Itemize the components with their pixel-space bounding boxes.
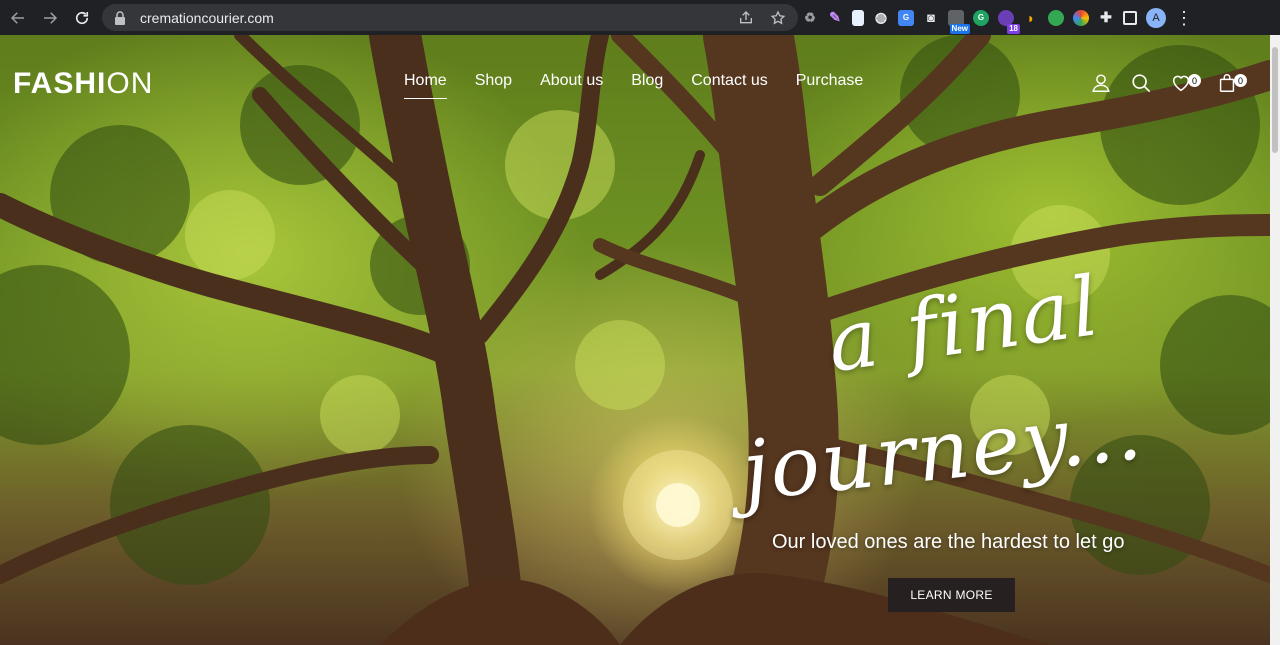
chrome-extension-icon[interactable]: [1073, 9, 1089, 26]
new-extension-icon[interactable]: New: [948, 9, 970, 34]
page-scrollbar[interactable]: [1270, 35, 1280, 645]
hero-section: FASHION Home Shop About us Blog Contact …: [0, 35, 1270, 645]
camera-extension-icon[interactable]: ◙: [923, 10, 939, 26]
purple-extension-icon[interactable]: 18: [998, 9, 1020, 34]
side-panel-icon[interactable]: [1123, 10, 1137, 25]
cart-count: 0: [1234, 74, 1247, 87]
lock-icon: [115, 10, 125, 25]
docs-extension-icon[interactable]: [852, 9, 864, 26]
profile-avatar[interactable]: A: [1146, 7, 1166, 28]
browser-toolbar: cremationcourier.com ♻ ✎ ◍ G ◙ New G 18 …: [0, 0, 1280, 35]
globe-extension-icon[interactable]: ◍: [873, 9, 889, 26]
grammarly-extension-icon[interactable]: G: [973, 9, 989, 26]
recycle-extension-icon[interactable]: ♻: [802, 10, 818, 26]
nav-about-us[interactable]: About us: [540, 72, 603, 90]
user-icon[interactable]: [1090, 72, 1112, 94]
bag-icon[interactable]: 0: [1216, 72, 1247, 94]
logo-thin-text: ON: [106, 67, 154, 100]
star-icon[interactable]: [770, 9, 786, 26]
orange-extension-icon[interactable]: ◗: [1023, 10, 1039, 26]
nav-contact-us[interactable]: Contact us: [691, 72, 767, 90]
logo-bold-text: FASHI: [13, 67, 107, 100]
hero-subtitle: Our loved ones are the hardest to let go: [772, 531, 1125, 553]
pen-extension-icon[interactable]: ✎: [827, 9, 843, 26]
nav-purchase[interactable]: Purchase: [796, 72, 864, 90]
back-arrow-icon[interactable]: [4, 4, 32, 32]
learn-more-button[interactable]: LEARN MORE: [888, 578, 1015, 612]
forward-arrow-icon[interactable]: [36, 4, 64, 32]
header-actions: 0 0: [1090, 72, 1247, 94]
reload-icon[interactable]: [68, 4, 96, 32]
puzzle-extensions-icon[interactable]: ✚: [1098, 9, 1114, 26]
main-navigation: Home Shop About us Blog Contact us Purch…: [404, 72, 891, 99]
green-extension-icon[interactable]: [1048, 9, 1064, 26]
wishlist-count: 0: [1188, 74, 1201, 87]
heart-icon[interactable]: 0: [1170, 72, 1201, 94]
extensions-bar: ♻ ✎ ◍ G ◙ New G 18 ◗ ✚ A ⋮: [802, 0, 1193, 35]
share-icon[interactable]: [738, 10, 754, 26]
url-text: cremationcourier.com: [140, 9, 274, 26]
menu-dots-icon[interactable]: ⋮: [1175, 9, 1193, 27]
search-icon[interactable]: [1130, 72, 1152, 94]
address-bar[interactable]: cremationcourier.com: [102, 4, 798, 31]
site-logo[interactable]: FASHION: [13, 67, 153, 101]
nav-blog[interactable]: Blog: [631, 72, 663, 90]
nav-home[interactable]: Home: [404, 72, 447, 99]
nav-shop[interactable]: Shop: [475, 72, 512, 90]
translate-extension-icon[interactable]: G: [898, 9, 914, 26]
scrollbar-thumb[interactable]: [1272, 47, 1278, 153]
